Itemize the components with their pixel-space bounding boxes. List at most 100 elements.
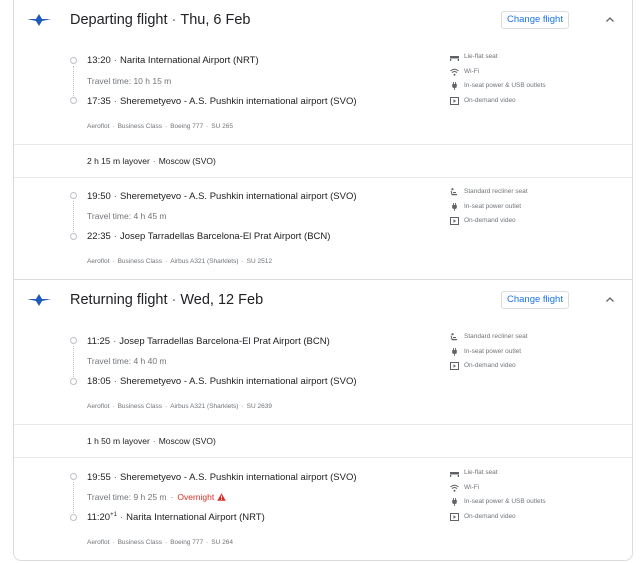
amenities-list: Standard recliner seat In-seat power out… [450, 332, 630, 376]
departure-dot [70, 473, 77, 480]
amenity-item: In-seat power outlet [450, 202, 630, 217]
layover-city: Moscow (SVO) [158, 436, 216, 446]
chevron-up-icon[interactable] [604, 14, 616, 26]
airline-name: Aeroflot [87, 258, 110, 265]
departure-stop: 11:25 · Josep Tarradellas Barcelona-El Pra… [87, 336, 330, 347]
change-flight-button[interactable]: Change flight [501, 11, 569, 29]
departing-header[interactable]: Departing flight · Thu, 6 Feb Change fligh… [14, 0, 632, 40]
arrival-stop: 18:05 · Sheremetyevo - A.S. Pushkin intern… [87, 376, 357, 387]
flight-number: SU 2639 [246, 403, 272, 410]
arrival-stop: 11:20+1 · Narita International Airport (NR… [87, 512, 265, 524]
departure-time: 11:25 [87, 336, 111, 347]
arrival-airport: Sheremetyevo - A.S. Pushkin internationa… [119, 376, 357, 387]
timeline-connector [73, 346, 74, 377]
flight-meta: Aeroflot · Business Class · Boeing 777 · SU 26… [87, 539, 233, 546]
wifi-icon [450, 484, 459, 492]
seat-flat-icon [450, 56, 459, 61]
travel-time: Travel time: 4 h 40 m [87, 356, 167, 366]
departure-stop: 19:50 · Sheremetyevo - A.S. Pushkin intern… [87, 191, 357, 202]
arrival-time: 18:05 [87, 376, 111, 387]
flight-number: SU 2512 [246, 258, 272, 265]
flight-date: Wed, 12 Feb [180, 292, 264, 308]
layover-city: Moscow (SVO) [158, 156, 216, 166]
flight-meta: Aeroflot · Business Class · Boeing 777 · SU 26… [87, 123, 233, 130]
arrival-dot [70, 514, 77, 521]
video-icon [450, 96, 459, 105]
departure-airport: Josep Tarradellas Barcelona-El Prat Airp… [119, 336, 330, 347]
layover-info: 2 h 15 m layover · Moscow (SVO) [87, 156, 216, 166]
aircraft-type: Airbus A321 (Sharklets) [170, 403, 239, 410]
overnight-label: Overnight [177, 492, 215, 502]
travel-time-row: Travel time: 9 h 25 m · Overnight [87, 492, 227, 502]
arrival-stop: 22:35 · Josep Tarradellas Barcelona-El Pra… [87, 231, 331, 242]
amenity-item: Standard recliner seat [450, 332, 630, 347]
day-offset: +1 [110, 512, 117, 518]
flight-meta: Aeroflot · Business Class · Airbus A321 (Sha… [87, 258, 272, 265]
aeroflot-logo-icon [27, 14, 51, 26]
video-icon [450, 362, 459, 370]
video-icon [450, 512, 459, 521]
departure-dot [70, 57, 77, 64]
aircraft-type: Airbus A321 (Sharklets) [170, 258, 239, 265]
amenity-item: On-demand video [450, 361, 630, 376]
power-plug-icon [452, 498, 457, 506]
power-plug-icon [452, 202, 457, 211]
aeroflot-logo-icon [27, 294, 51, 306]
seat-flat-icon [450, 472, 459, 477]
aircraft-type: Boeing 777 [170, 123, 204, 130]
cabin-class: Business Class [117, 258, 163, 265]
layover-duration: 1 h 50 m layover [87, 436, 150, 446]
layover-info: 1 h 50 m layover · Moscow (SVO) [87, 436, 216, 446]
departure-stop: 19:55 · Sheremetyevo - A.S. Pushkin intern… [87, 472, 357, 483]
aircraft-type: Boeing 777 [170, 539, 204, 546]
arrival-dot [70, 378, 77, 385]
warning-icon [217, 493, 227, 501]
arrival-time: 11:20 [87, 512, 111, 524]
flight-details-card: Departing flight · Thu, 6 Feb Change fligh… [13, 0, 633, 561]
layover-row: 2 h 15 m layover · Moscow (SVO) [14, 144, 632, 178]
recliner-seat-icon [450, 333, 457, 341]
amenities-list: Lie-flat seat Wi-Fi In-seat power & USB … [450, 52, 630, 110]
layover-row: 1 h 50 m layover · Moscow (SVO) [14, 424, 632, 458]
travel-time: Travel time: 4 h 45 m [87, 211, 167, 221]
departure-stop: 13:20 · Narita International Airport (NRT) [87, 55, 259, 66]
arrival-dot [70, 97, 77, 104]
chevron-up-icon[interactable] [604, 294, 616, 306]
cabin-class: Business Class [117, 123, 163, 130]
returning-header[interactable]: Returning flight · Wed, 12 Feb Change flig… [14, 280, 632, 320]
arrival-airport: Sheremetyevo - A.S. Pushkin internationa… [119, 96, 357, 107]
airline-name: Aeroflot [87, 539, 110, 546]
amenity-item: Lie-flat seat [450, 468, 630, 483]
flight-direction-label: Departing flight [70, 12, 168, 28]
amenity-item: Wi-Fi [450, 67, 630, 82]
arrival-airport: Josep Tarradellas Barcelona-El Prat Airp… [119, 231, 331, 242]
flight-meta: Aeroflot · Business Class · Airbus A321 (Sha… [87, 403, 272, 410]
flight-number: SU 264 [211, 539, 233, 546]
amenity-item: Standard recliner seat [450, 187, 630, 202]
airline-name: Aeroflot [87, 403, 110, 410]
departure-airport: Sheremetyevo - A.S. Pushkin internationa… [119, 472, 357, 483]
timeline-connector [73, 482, 74, 513]
arrival-dot [70, 233, 77, 240]
wifi-icon [450, 68, 459, 76]
departure-time: 19:55 [87, 472, 111, 483]
arrival-stop: 17:35 · Sheremetyevo - A.S. Pushkin intern… [87, 96, 357, 107]
travel-time: Travel time: 9 h 25 m [87, 492, 167, 502]
change-flight-button[interactable]: Change flight [501, 291, 569, 309]
flight-direction-label: Returning flight [70, 292, 168, 308]
airline-name: Aeroflot [87, 123, 110, 130]
amenities-list: Standard recliner seat In-seat power out… [450, 187, 630, 231]
power-plug-icon [452, 347, 457, 356]
layover-duration: 2 h 15 m layover [87, 156, 150, 166]
arrival-time: 17:35 [87, 96, 111, 107]
timeline-connector [73, 66, 74, 96]
amenity-item: On-demand video [450, 216, 630, 231]
cabin-class: Business Class [117, 403, 163, 410]
amenity-item: Wi-Fi [450, 483, 630, 498]
returning-title: Returning flight · Wed, 12 Feb [70, 292, 264, 308]
travel-time: Travel time: 10 h 15 m [87, 76, 172, 86]
amenity-item: In-seat power outlet [450, 347, 630, 362]
amenity-item: On-demand video [450, 512, 630, 527]
departure-dot [70, 192, 77, 199]
departing-title: Departing flight · Thu, 6 Feb [70, 12, 251, 28]
